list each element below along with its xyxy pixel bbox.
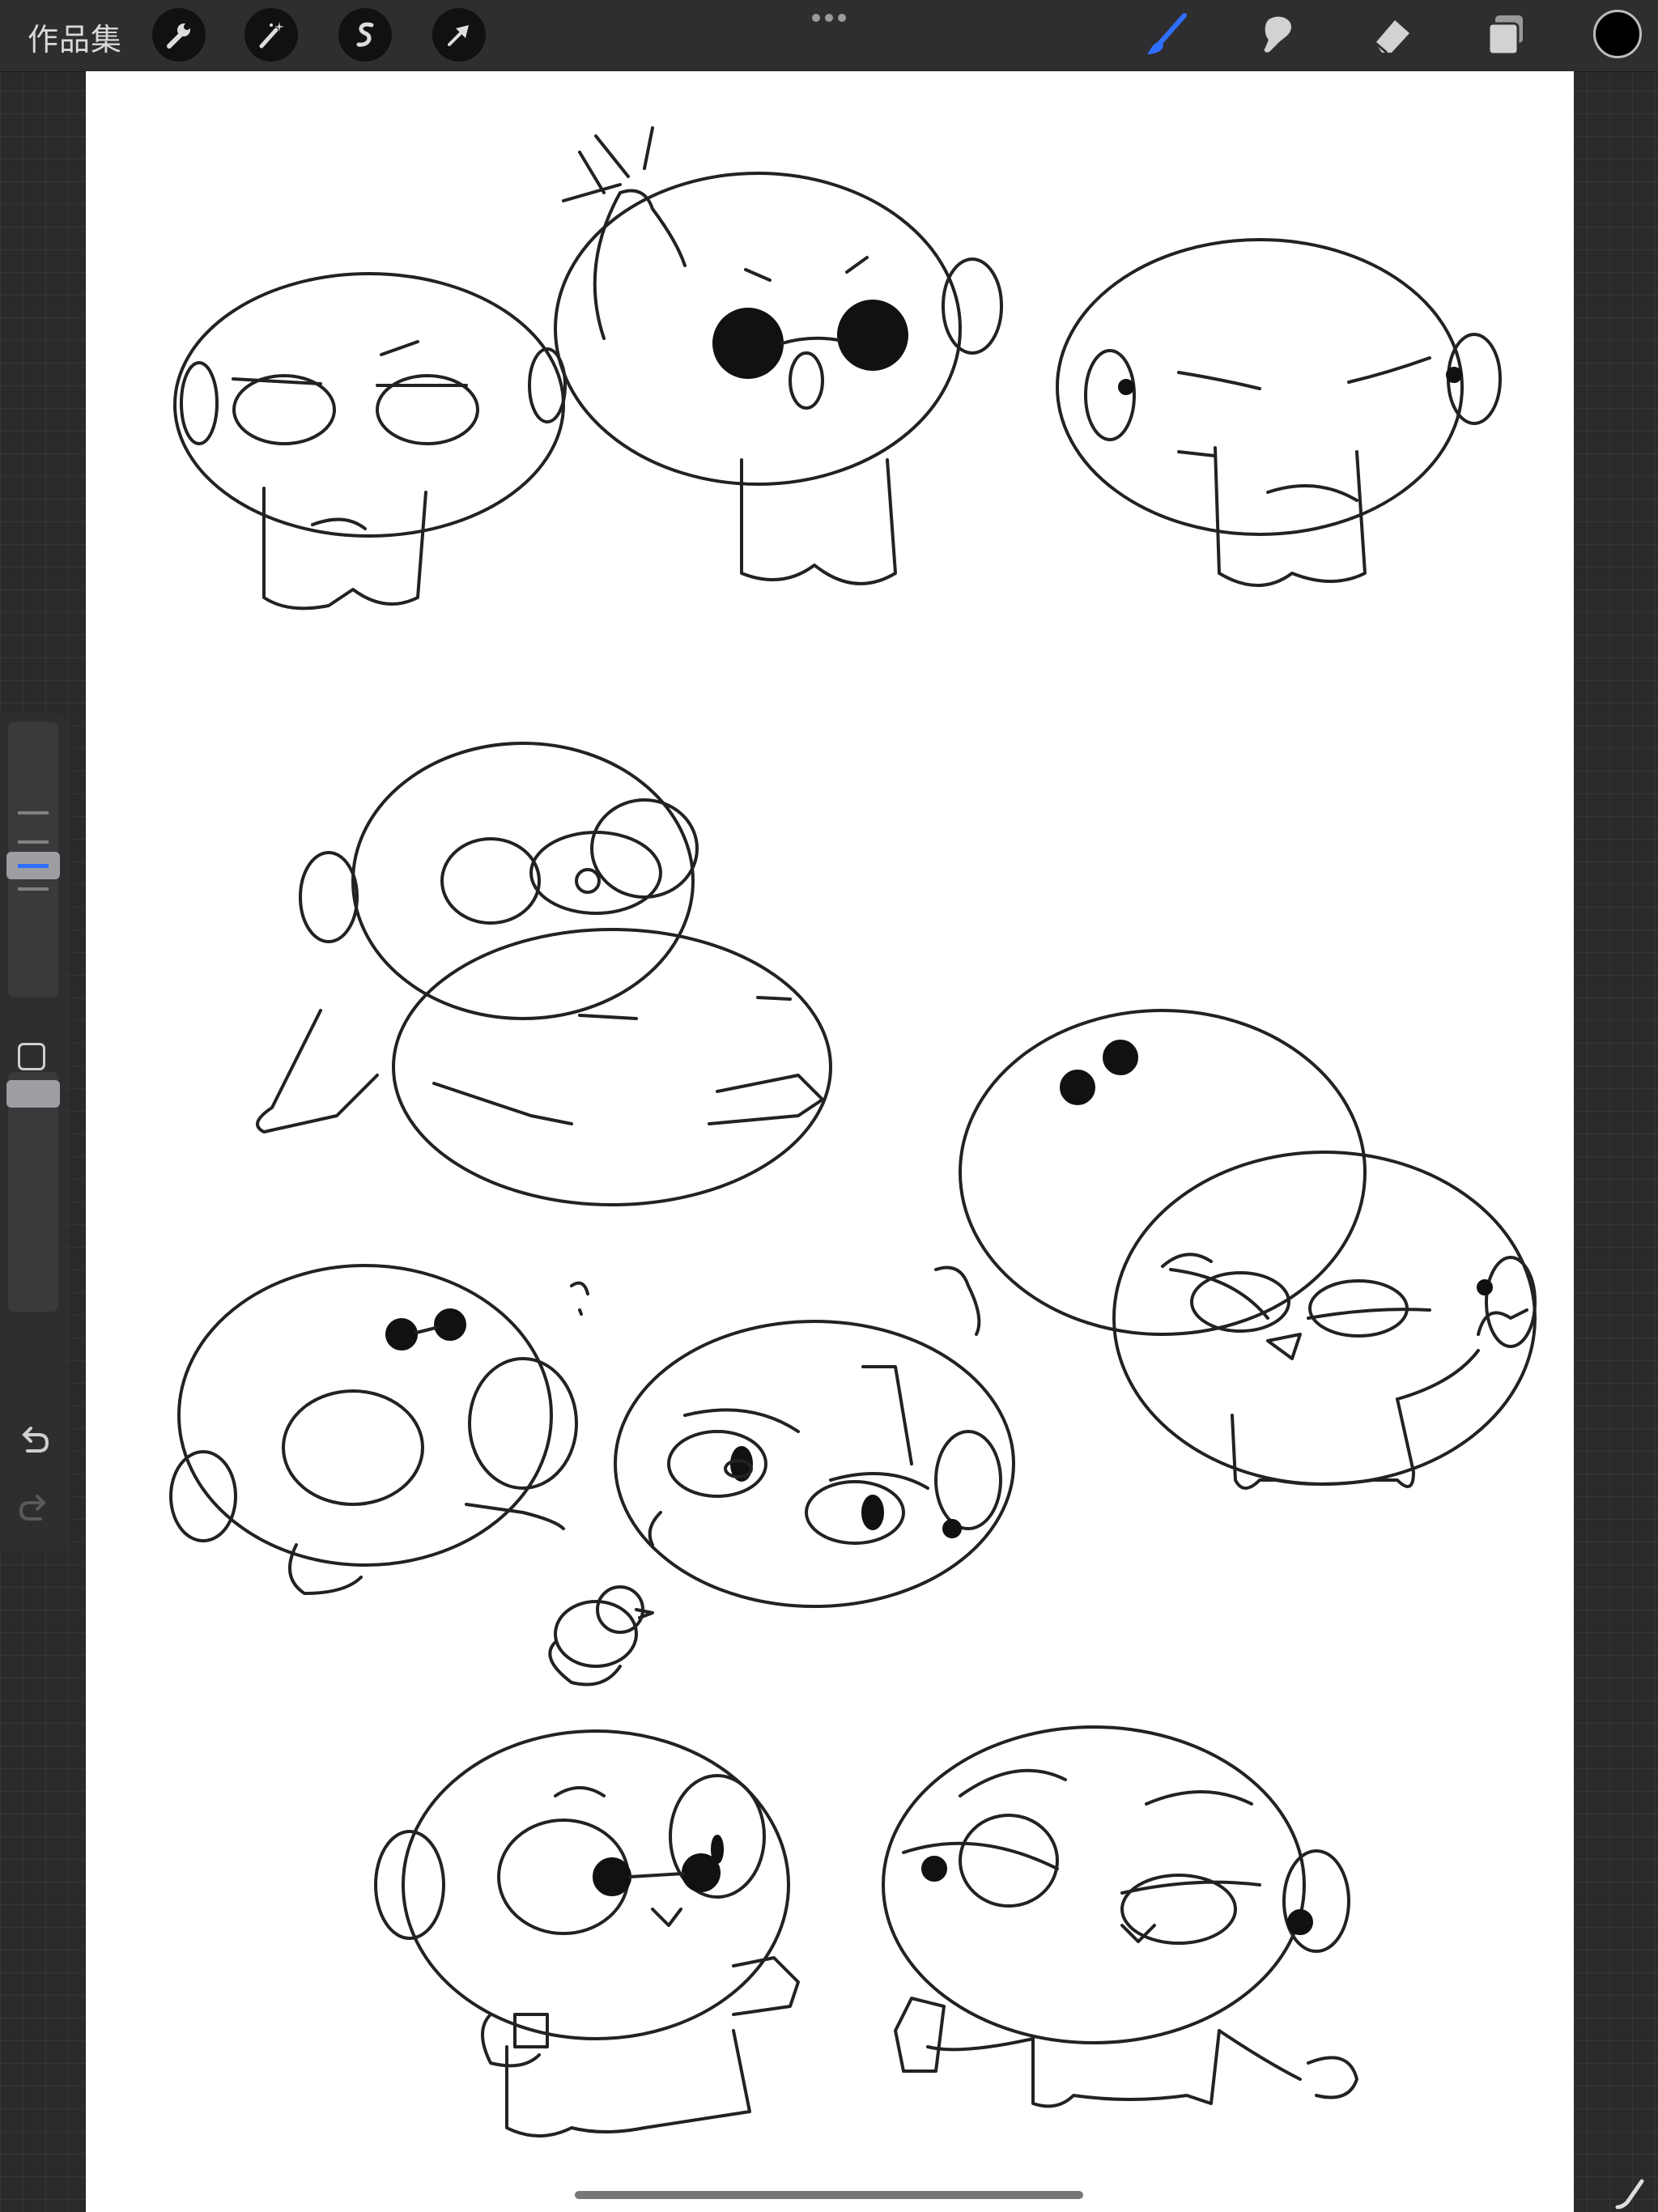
home-indicator[interactable] (575, 2191, 1083, 2199)
eraser-tool-button[interactable] (1365, 8, 1418, 62)
brush-size-handle[interactable] (6, 852, 60, 879)
undo-icon[interactable] (15, 1420, 53, 1459)
modify-button[interactable] (18, 1043, 45, 1070)
sketch-character-1 (173, 272, 567, 610)
brush-size-slider[interactable] (6, 722, 60, 998)
slider-tick (18, 811, 49, 815)
magic-wand-icon (259, 22, 284, 49)
transform-button[interactable] (432, 8, 486, 62)
selection-icon (356, 22, 374, 47)
wrench-icon (167, 23, 190, 49)
opacity-handle[interactable] (6, 1080, 60, 1108)
redo-icon[interactable] (15, 1488, 53, 1527)
selection-button[interactable] (338, 8, 392, 62)
smudge-tool-button[interactable] (1252, 8, 1305, 62)
slider-tick (18, 887, 49, 891)
layers-icon (1487, 15, 1523, 56)
sketch-character-7 (614, 1266, 1015, 1608)
sketch-artwork (169, 126, 1537, 2138)
gallery-link[interactable]: 作品集 (28, 15, 122, 59)
sketch-character-9 (882, 1725, 1358, 2108)
sketch-character-3 (1056, 238, 1502, 587)
smudge-icon (1264, 16, 1291, 53)
quick-menu-icon[interactable] (1614, 2178, 1647, 2210)
more-dots-icon[interactable] (811, 13, 847, 23)
left-sidebar (0, 713, 68, 1553)
sketch-character-6 (169, 1264, 589, 1595)
opacity-slider[interactable] (6, 1072, 60, 1312)
sketch-character-2 (554, 126, 1003, 585)
paint-tool-button[interactable] (1140, 8, 1193, 62)
sketch-character-5 (959, 1009, 1537, 1490)
sketch-character-8 (374, 1585, 800, 2138)
eraser-icon (1375, 20, 1409, 54)
adjustments-button[interactable] (244, 8, 298, 62)
color-picker-button[interactable] (1593, 10, 1642, 58)
transform-arrow-icon (448, 25, 469, 46)
layers-button[interactable] (1478, 8, 1532, 62)
drawing-canvas[interactable] (86, 71, 1574, 2212)
brush-icon (1147, 13, 1187, 54)
top-toolbar: 作品集 (0, 0, 1658, 72)
actions-button[interactable] (152, 8, 206, 62)
slider-tick (18, 840, 49, 844)
sketch-character-4 (256, 742, 832, 1206)
